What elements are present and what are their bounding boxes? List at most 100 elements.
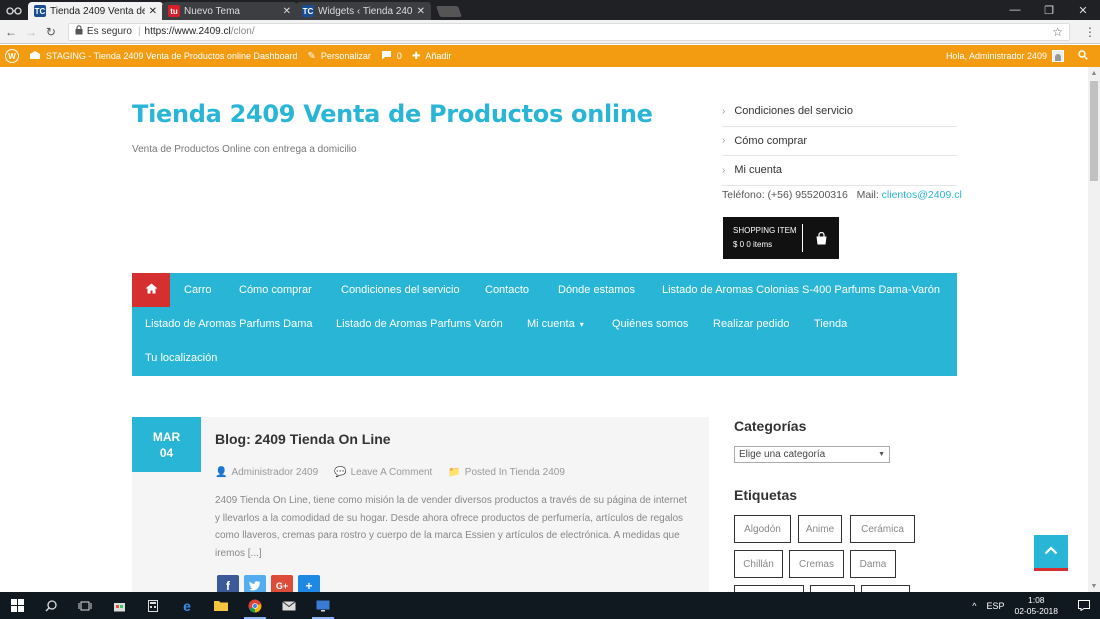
nav-item-mi-cuenta[interactable]: Mi cuenta ▾ xyxy=(527,318,584,330)
window-controls: — ❐ ✕ xyxy=(998,0,1100,20)
category-select-value: Elige una categoría xyxy=(739,449,826,460)
top-menu-item-como-comprar[interactable]: › Cómo comprar xyxy=(722,127,957,156)
tag-partial[interactable] xyxy=(861,585,910,592)
system-tray: ^ ESP 1:08 02-05-2018 xyxy=(972,595,1100,617)
tm-logo-icon: tu xyxy=(168,5,180,17)
bookmark-star-icon[interactable]: ☆ xyxy=(1052,25,1063,39)
tray-expand-icon[interactable]: ^ xyxy=(972,601,976,611)
browser-tab-2[interactable]: tu Nuevo Tema ✕ xyxy=(162,2,298,20)
close-icon[interactable]: ✕ xyxy=(283,6,291,17)
mail-link[interactable]: clientos@2409.cl xyxy=(882,189,962,201)
back-icon[interactable]: ← xyxy=(2,25,20,39)
google-plus-share-icon[interactable]: G+ xyxy=(271,575,293,592)
language-indicator[interactable]: ESP xyxy=(987,601,1005,611)
search-icon[interactable] xyxy=(1078,49,1088,63)
clock-time: 1:08 xyxy=(1027,594,1045,605)
edge-browser-icon[interactable]: e xyxy=(170,592,204,619)
restore-icon[interactable]: ❐ xyxy=(1032,0,1066,20)
share-plus-icon[interactable]: + xyxy=(298,575,320,592)
home-icon xyxy=(145,283,158,297)
scroll-up-icon[interactable]: ▲ xyxy=(1088,67,1100,79)
wordpress-logo-icon[interactable]: W xyxy=(5,49,19,63)
tab-title: Nuevo Tema xyxy=(184,5,240,17)
mail-icon[interactable] xyxy=(272,592,306,619)
tag-anime[interactable]: Anime xyxy=(798,515,842,543)
nav-item-aromas-varon[interactable]: Listado de Aromas Parfums Varón xyxy=(336,318,503,330)
tab-title: Tienda 2409 Venta de Pr xyxy=(50,5,145,17)
cart-summary: $ 0 0 items xyxy=(733,240,773,249)
tag-partial[interactable] xyxy=(734,585,804,592)
file-explorer-icon[interactable] xyxy=(204,592,238,619)
scrollbar-thumb[interactable] xyxy=(1090,81,1098,181)
notifications-icon[interactable] xyxy=(1072,600,1096,611)
facebook-share-icon[interactable]: f xyxy=(217,575,239,592)
tags-title: Etiquetas xyxy=(734,487,798,503)
add-new-link[interactable]: ✚ Añadir xyxy=(412,51,451,62)
tag-cremas[interactable]: Cremas xyxy=(789,550,844,578)
nav-item-condiciones[interactable]: Condiciones del servicio xyxy=(341,284,460,296)
new-tab-button[interactable] xyxy=(435,6,463,17)
minimize-icon[interactable]: — xyxy=(998,0,1032,20)
browser-tab-3[interactable]: TC Widgets ‹ Tienda 2409 V ✕ xyxy=(296,2,432,20)
page-scrollbar[interactable]: ▲ ▼ xyxy=(1088,67,1100,592)
back-to-top-button[interactable] xyxy=(1034,535,1068,571)
task-view-icon[interactable] xyxy=(68,592,102,619)
top-menu-item-condiciones[interactable]: › Condiciones del servicio xyxy=(722,97,957,127)
nav-item-tienda[interactable]: Tienda xyxy=(814,318,847,330)
tag-ceramica[interactable]: Cerámica xyxy=(850,515,915,543)
tag-algodon[interactable]: Algodón xyxy=(734,515,791,543)
post-date-badge: MAR 04 xyxy=(132,417,201,472)
nav-item-aromas-colonias[interactable]: Listado de Aromas Colonias S-400 Parfums… xyxy=(662,284,940,296)
address-bar[interactable]: Es seguro | https://www.2409.cl /clon/ ☆ xyxy=(67,22,1071,41)
category-select[interactable]: Elige una categoría ▼ xyxy=(734,446,890,463)
admin-site-link[interactable]: STAGING - Tienda 2409 Venta de Productos… xyxy=(29,50,298,63)
post-comments[interactable]: 💬 Leave A Comment xyxy=(334,467,432,478)
post-author[interactable]: 👤 Administrador 2409 xyxy=(215,467,318,478)
windows-start-icon[interactable] xyxy=(0,592,34,619)
scroll-down-icon[interactable]: ▼ xyxy=(1088,580,1100,592)
reload-icon[interactable]: ↻ xyxy=(42,25,60,39)
calculator-icon[interactable] xyxy=(136,592,170,619)
post-category[interactable]: 📁 Posted In Tienda 2409 xyxy=(448,467,565,478)
post-month: MAR xyxy=(152,430,181,444)
omnibox-separator: | xyxy=(137,26,141,37)
comments-link[interactable]: 0 xyxy=(381,50,402,63)
chevron-right-icon: › xyxy=(722,135,726,147)
clock[interactable]: 1:08 02-05-2018 xyxy=(1015,595,1058,617)
tag-partial[interactable] xyxy=(810,585,855,592)
nav-item-quienes-somos[interactable]: Quiénes somos xyxy=(612,318,688,330)
lock-icon xyxy=(75,25,83,38)
browser-tab-1[interactable]: TC Tienda 2409 Venta de Pr ✕ xyxy=(28,2,164,20)
forward-icon[interactable]: → xyxy=(22,25,40,39)
close-icon[interactable]: ✕ xyxy=(417,6,425,17)
nav-item-donde-estamos[interactable]: Dónde estamos xyxy=(558,284,635,296)
avatar[interactable] xyxy=(1052,50,1064,62)
close-window-icon[interactable]: ✕ xyxy=(1066,0,1100,20)
blog-post: MAR 04 Blog: 2409 Tienda On Line 👤 Admini… xyxy=(132,417,709,592)
nav-item-realizar-pedido[interactable]: Realizar pedido xyxy=(713,318,789,330)
nav-item-como-comprar[interactable]: Cómo comprar xyxy=(239,284,312,296)
store-icon[interactable] xyxy=(102,592,136,619)
home-button[interactable] xyxy=(132,273,170,307)
post-title[interactable]: Blog: 2409 Tienda On Line xyxy=(215,431,391,447)
close-icon[interactable]: ✕ xyxy=(149,6,157,17)
admin-greeting[interactable]: Hola, Administrador 2409 xyxy=(946,51,1047,61)
tag-chillan[interactable]: Chillán xyxy=(734,550,783,578)
nav-item-contacto[interactable]: Contacto xyxy=(485,284,529,296)
customize-link[interactable]: ✎ Personalizar xyxy=(308,51,371,62)
nav-item-aromas-dama[interactable]: Listado de Aromas Parfums Dama xyxy=(145,318,313,330)
menu-kebab-icon[interactable]: ⋮ xyxy=(1080,25,1100,39)
nav-item-label: Mi cuenta xyxy=(527,318,575,330)
shopping-cart-widget[interactable]: SHOPPING ITEM $ 0 0 items xyxy=(723,217,839,259)
site-title[interactable]: Tienda 2409 Venta de Productos online xyxy=(132,100,653,128)
remote-desktop-icon[interactable] xyxy=(306,592,340,619)
chrome-icon[interactable] xyxy=(238,592,272,619)
search-icon[interactable] xyxy=(34,592,68,619)
twitter-share-icon[interactable] xyxy=(244,575,266,592)
tag-dama[interactable]: Dama xyxy=(850,550,896,578)
nav-item-carro[interactable]: Carro xyxy=(184,284,212,296)
main-navigation: Carro Cómo comprar Condiciones del servi… xyxy=(132,273,957,376)
shopping-bag-icon xyxy=(803,231,839,245)
top-menu-item-mi-cuenta[interactable]: › Mi cuenta xyxy=(722,156,957,186)
nav-item-localizacion[interactable]: Tu localización xyxy=(145,352,217,364)
